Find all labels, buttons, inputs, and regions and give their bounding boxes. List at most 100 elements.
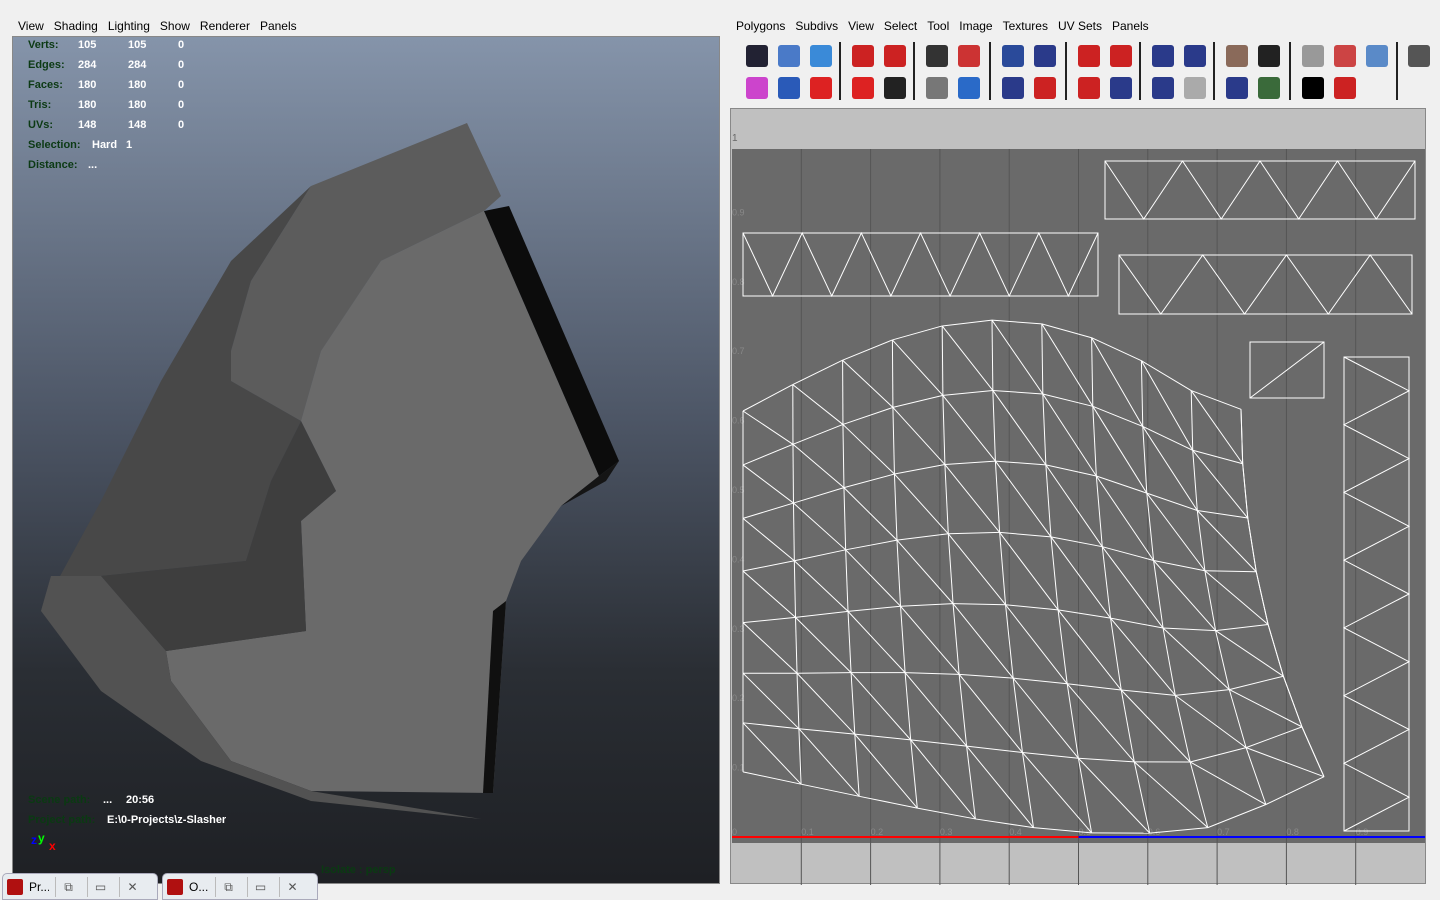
hud-value: 284: [78, 59, 97, 71]
menu-shading[interactable]: Shading: [54, 19, 98, 33]
split-icon: [1226, 77, 1248, 99]
hud-value: 180: [78, 99, 97, 111]
head-red-button[interactable]: [1330, 42, 1360, 70]
layout-button[interactable]: [954, 74, 984, 102]
unfold-button[interactable]: [806, 42, 836, 70]
checker-grey-button[interactable]: [922, 74, 952, 102]
person-icon: [1408, 45, 1430, 67]
grid-grey-icon: [1302, 45, 1324, 67]
grid-add-button[interactable]: [1180, 42, 1210, 70]
checker-cut-button[interactable]: [922, 42, 952, 70]
grid-grey-button[interactable]: [1298, 42, 1328, 70]
menu-panels[interactable]: Panels: [260, 19, 297, 33]
align-bottom-button[interactable]: [1030, 74, 1060, 102]
close-button[interactable]: ✕: [119, 876, 145, 897]
hud-value: 0: [178, 79, 185, 91]
window-title: Pr...: [29, 879, 49, 894]
maximize-button[interactable]: ▭: [247, 876, 273, 897]
menu-image[interactable]: Image: [959, 19, 992, 33]
hud-value: 105: [78, 39, 97, 51]
uv-select-button[interactable]: [742, 74, 772, 102]
u-tick-label: 0.8: [1286, 827, 1299, 837]
redo-button[interactable]: [1330, 74, 1360, 102]
axis-indicator: z y x: [31, 831, 56, 853]
hud-row: UVs: 148 148 0: [28, 119, 228, 131]
white-circle-button[interactable]: [1298, 74, 1328, 102]
move-sew-button[interactable]: [998, 42, 1028, 70]
uv-edge: [797, 672, 852, 674]
face-button[interactable]: [1222, 42, 1252, 70]
menu-select[interactable]: Select: [884, 19, 917, 33]
hud-selection: Selection: Hard 1: [28, 139, 133, 151]
layout-icon: [958, 77, 980, 99]
menu-textures[interactable]: Textures: [1003, 19, 1048, 33]
checker-icon: [884, 77, 906, 99]
minimized-window[interactable]: Pr... ⧉ ▭ ✕: [2, 873, 158, 900]
menu-subdivs[interactable]: Subdivs: [795, 19, 838, 33]
u-tick-label: 0.2: [871, 827, 884, 837]
menu-lighting[interactable]: Lighting: [108, 19, 150, 33]
menu-show[interactable]: Show: [160, 19, 190, 33]
grid-yellow-button[interactable]: [998, 74, 1028, 102]
hud-label: UVs:: [28, 119, 54, 131]
close-button[interactable]: ✕: [279, 876, 305, 897]
rotate-uv-right-button[interactable]: [880, 42, 910, 70]
right-menubar: Polygons Subdivs View Select Tool Image Textur…: [730, 16, 1426, 36]
hud-label: Faces:: [28, 79, 63, 91]
restore-button[interactable]: ⧉: [55, 876, 81, 897]
face-grey-icon: [1184, 77, 1206, 99]
split-button[interactable]: [1222, 74, 1252, 102]
u-tick-label: 0.7: [1217, 827, 1230, 837]
align-left-button[interactable]: [1074, 42, 1104, 70]
menu-view[interactable]: View: [848, 19, 874, 33]
hud-row: Faces: 180 180 0: [28, 79, 228, 91]
white-circle-icon: [1302, 77, 1324, 99]
shrink-button[interactable]: [954, 42, 984, 70]
menu-uv-sets[interactable]: UV Sets: [1058, 19, 1102, 33]
person-button[interactable]: [1404, 42, 1434, 70]
hud-value: 180: [128, 99, 147, 111]
align-right-button[interactable]: [1106, 42, 1136, 70]
hud-value: 148: [128, 119, 147, 131]
rotate-cw-button[interactable]: [848, 74, 878, 102]
blue-arrow-button[interactable]: [774, 42, 804, 70]
menu-view[interactable]: View: [18, 19, 44, 33]
checker-button[interactable]: [880, 74, 910, 102]
rgb-sphere-button[interactable]: [1254, 74, 1284, 102]
menu-tool[interactable]: Tool: [927, 19, 949, 33]
rotate-uv-left-button[interactable]: [848, 42, 878, 70]
face-icon: [1226, 45, 1248, 67]
hud-row: Tris: 180 180 0: [28, 99, 228, 111]
align-right-icon: [1110, 45, 1132, 67]
grid-cursor-icon: [778, 77, 800, 99]
hud-value: 0: [178, 99, 185, 111]
ruler-label: 1: [732, 133, 738, 144]
v-tick-label: 0.7: [732, 346, 745, 356]
grid-circle-button[interactable]: [1106, 74, 1136, 102]
hud-value: 0: [178, 39, 185, 51]
uv-toolbar: [736, 40, 1430, 104]
menu-panels[interactable]: Panels: [1112, 19, 1149, 33]
minimized-window[interactable]: O... ⧉ ▭ ✕: [162, 873, 318, 900]
rotate-ccw-button[interactable]: [806, 74, 836, 102]
uv-texture-editor[interactable]: 1 0 0.1 0.2 0.3 0.4 0.5 0.6 0.7 0.8 0.9 0.9 0.8 0.7 0.…: [730, 108, 1427, 885]
align-top-button[interactable]: [1074, 74, 1104, 102]
grid-left-button[interactable]: [1030, 42, 1060, 70]
restore-button[interactable]: ⧉: [215, 876, 241, 897]
menu-polygons[interactable]: Polygons: [736, 19, 785, 33]
uv-canvas[interactable]: 10 0.1 0.2 0.3 0.4 0.5 0.6 0.7 0.8 0.90.90.80.70.…: [731, 109, 1427, 885]
grid-minus-button[interactable]: [1148, 74, 1178, 102]
checker-uv-button[interactable]: [742, 42, 772, 70]
overlap-button[interactable]: [1362, 42, 1392, 70]
grid-cursor-button[interactable]: [774, 74, 804, 102]
face-grey-button[interactable]: [1180, 74, 1210, 102]
maya-logo-icon: [7, 878, 23, 895]
grid-icon: [1152, 45, 1174, 67]
menu-renderer[interactable]: Renderer: [200, 19, 250, 33]
toolbar-separator: [989, 42, 991, 100]
checker-small-button[interactable]: [1254, 42, 1284, 70]
maximize-button[interactable]: ▭: [87, 876, 113, 897]
perspective-viewport[interactable]: Verts: 105 105 0 Edges: 284 284 0 Faces: 180 180 0 T…: [12, 36, 720, 884]
toolbar-separator: [1065, 42, 1067, 100]
grid-button[interactable]: [1148, 42, 1178, 70]
